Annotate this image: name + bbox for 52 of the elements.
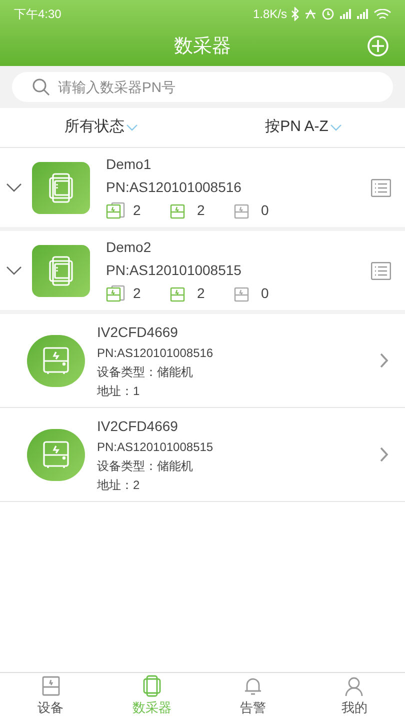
device-pn: PN:AS120101008516 [97, 344, 214, 362]
filter-dropdown[interactable]: 按PN A-Z [202, 116, 405, 139]
chevron-down-icon [126, 124, 138, 131]
device-type: 设备类型：储能机 [97, 458, 194, 474]
device-count: 2 [133, 284, 141, 303]
device-count-icon [106, 202, 125, 220]
chevron-down-icon [330, 124, 342, 131]
chevron-right-icon[interactable] [380, 447, 389, 462]
device-count-icon [106, 284, 125, 302]
device-count: 2 [197, 284, 205, 303]
tab-bar-item[interactable]: 告警 [202, 673, 304, 720]
add-button[interactable] [367, 35, 389, 57]
device-icon [27, 334, 85, 386]
tab-icon [40, 675, 62, 698]
device-name: IV2CFD4669 [97, 322, 179, 342]
collector-pn: PN:AS120101008516 [106, 178, 242, 197]
device-name: IV2CFD4669 [97, 416, 179, 436]
add-icon [367, 35, 389, 57]
wifi-icon [374, 8, 391, 20]
collector-name: Demo1 [106, 155, 152, 174]
network-speed: 1.8K/s [252, 6, 287, 23]
tab-bar-item[interactable]: 设备 [0, 673, 102, 720]
device-type: 设备类型：储能机 [97, 364, 194, 380]
device-count: 2 [197, 201, 205, 220]
device-count: 0 [261, 284, 269, 303]
tab-icon [140, 675, 163, 698]
device-address: 地址：1 [97, 382, 141, 400]
device-address: 地址：2 [97, 476, 141, 494]
search-icon [32, 78, 50, 96]
tab-bar-item[interactable]: 我的 [304, 673, 405, 720]
filter-dropdown[interactable]: 所有状态 [0, 116, 202, 139]
list-icon[interactable] [371, 178, 391, 196]
signal-icon [357, 9, 368, 19]
collector-pn: PN:AS120101008515 [106, 261, 242, 280]
chevron-right-icon[interactable] [380, 353, 389, 368]
device-icon [27, 428, 85, 480]
collector-name: Demo2 [106, 238, 152, 257]
collector-icon [32, 244, 90, 296]
bluetooth-icon [291, 7, 299, 21]
alarm-clock-icon [322, 8, 334, 20]
collector-icon [32, 162, 90, 214]
expand-chevron-icon[interactable] [6, 266, 22, 275]
device-pn: PN:AS120101008515 [97, 438, 214, 456]
signal-icon [340, 9, 351, 19]
device-count: 0 [261, 201, 269, 220]
status-time: 下午4:30 [14, 6, 62, 23]
expand-chevron-icon[interactable] [6, 183, 22, 192]
search-field[interactable]: 请输入数采器PN号 [12, 72, 393, 102]
device-count: 2 [133, 201, 141, 220]
list-icon[interactable] [371, 262, 391, 280]
tab-icon [343, 675, 366, 698]
page-title: 数采器 [174, 34, 231, 59]
